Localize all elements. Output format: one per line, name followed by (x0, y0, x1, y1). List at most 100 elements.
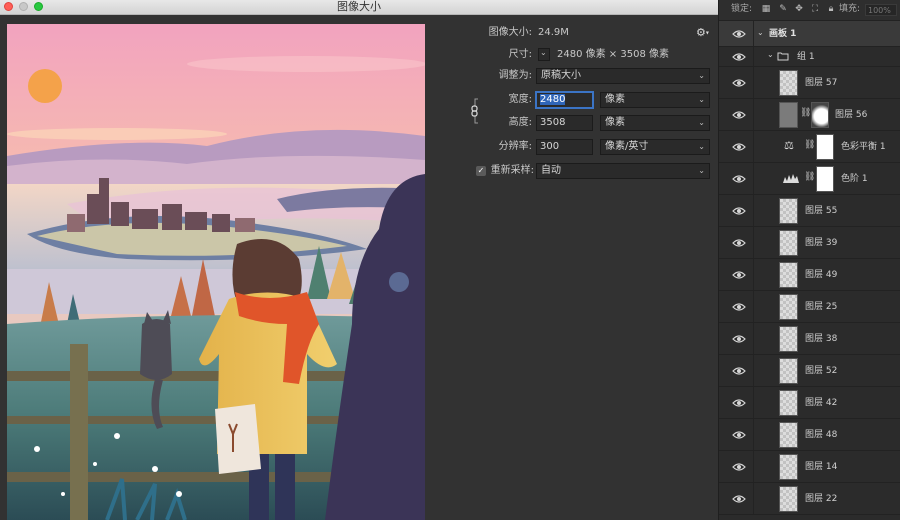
resolution-unit-selected: 像素/英寸 (605, 141, 649, 152)
layer-thumbnail (779, 358, 798, 384)
eye-icon[interactable] (732, 29, 746, 39)
eye-icon[interactable] (732, 494, 746, 504)
layer-row[interactable]: 图层 52 (719, 355, 900, 387)
layer-row[interactable]: 图层 22 (719, 483, 900, 515)
folder-icon (777, 52, 789, 61)
layer-row[interactable]: 图层 25 (719, 291, 900, 323)
chevron-down-icon[interactable]: ⌄ (757, 28, 764, 37)
constrain-proportions-link[interactable] (470, 97, 480, 125)
width-label: 宽度: (508, 94, 532, 105)
resolution-unit-select[interactable]: 像素/英寸 ⌄ (600, 139, 710, 155)
resample-checkbox[interactable]: ✓ (476, 166, 486, 176)
chevron-down-icon: ⌄ (698, 166, 705, 175)
layer-row[interactable]: 图层 55 (719, 195, 900, 227)
resolution-input[interactable]: 300 (536, 139, 593, 155)
layer-name: 图层 22 (805, 494, 838, 504)
lock-transparent-pixels-icon[interactable]: ▦ (761, 4, 771, 14)
height-value: 3508 (540, 117, 566, 128)
eye-icon[interactable] (732, 462, 746, 472)
layer-thumbnail (779, 70, 798, 96)
height-input[interactable]: 3508 (536, 115, 593, 131)
dimensions-units-menu[interactable]: ⌄ (538, 48, 550, 61)
layer-row[interactable]: 图层 39 (719, 227, 900, 259)
settings-gear-button[interactable]: ⚙▾ (696, 26, 709, 39)
row-divider (753, 163, 754, 194)
eye-icon[interactable] (732, 78, 746, 88)
row-divider (753, 99, 754, 130)
layer-name: 图层 14 (805, 462, 838, 472)
height-unit-selected: 像素 (605, 117, 625, 128)
layer-mask-thumbnail[interactable] (816, 166, 834, 192)
eye-icon[interactable] (732, 238, 746, 248)
chevron-down-icon: ⌄ (698, 95, 705, 104)
layer-row[interactable]: 图层 49 (719, 259, 900, 291)
chevron-down-icon[interactable]: ⌄ (767, 50, 774, 59)
levels-histogram-icon (783, 174, 799, 183)
layer-row[interactable]: ⛓︎ 色阶 1 (719, 163, 900, 195)
image-preview[interactable] (7, 24, 425, 520)
eye-icon[interactable] (732, 334, 746, 344)
fit-to-selected: 原稿大小 (541, 70, 581, 81)
eye-icon[interactable] (732, 270, 746, 280)
fill-value: 100% (868, 6, 891, 15)
layer-row[interactable]: 图层 42 (719, 387, 900, 419)
eye-icon[interactable] (732, 302, 746, 312)
width-input[interactable]: 2480 (536, 92, 593, 108)
row-divider (753, 291, 754, 322)
artboard-row[interactable]: ⌄ 画板 1 (719, 21, 900, 47)
layer-row[interactable]: 图层 14 (719, 451, 900, 483)
row-divider (753, 259, 754, 290)
eye-icon[interactable] (732, 142, 746, 152)
link-icon (471, 105, 478, 117)
dimensions-label: 尺寸: (508, 49, 532, 60)
mask-link-icon[interactable]: ⛓︎ (800, 108, 811, 118)
layer-thumbnail (779, 390, 798, 416)
fill-input[interactable]: 100% (865, 4, 897, 16)
layer-row[interactable]: ⛓︎ 图层 56 (719, 99, 900, 131)
layer-row[interactable]: 图层 48 (719, 419, 900, 451)
fit-to-select[interactable]: 原稿大小 ⌄ (536, 68, 710, 84)
row-divider (753, 195, 754, 226)
layer-mask-thumbnail[interactable] (816, 134, 834, 160)
layer-name: 图层 42 (805, 398, 838, 408)
eye-icon[interactable] (732, 430, 746, 440)
layer-mask-thumbnail[interactable] (811, 102, 829, 128)
group-row[interactable]: ⌄ 组 1 (719, 47, 900, 67)
lock-label: 锁定: (731, 4, 753, 14)
lock-artboard-icon[interactable]: ⛶ (810, 4, 820, 14)
lock-image-pixels-icon[interactable]: ✎ (778, 4, 788, 14)
eye-icon[interactable] (732, 366, 746, 376)
row-divider (753, 227, 754, 258)
row-divider (753, 323, 754, 354)
image-size-value: 24.9M (538, 27, 569, 38)
eye-icon[interactable] (732, 398, 746, 408)
row-divider (753, 483, 754, 514)
layer-name: 图层 38 (805, 334, 838, 344)
layer-thumbnail (779, 486, 798, 512)
layer-name: 图层 25 (805, 302, 838, 312)
layer-thumbnail (779, 262, 798, 288)
image-size-dialog: 图像大小 图像大小: 24.9M ⚙▾ 尺寸: ⌄ 2480 像素 × 3508… (0, 0, 718, 520)
layer-row[interactable]: ⚖︎ ⛓︎ 色彩平衡 1 (719, 131, 900, 163)
layer-thumbnail (779, 294, 798, 320)
layer-name: 图层 39 (805, 238, 838, 248)
window-title: 图像大小 (337, 0, 381, 13)
lock-position-icon[interactable]: ✥ (794, 4, 804, 14)
eye-icon[interactable] (732, 206, 746, 216)
layer-thumbnail (779, 230, 798, 256)
height-unit-select[interactable]: 像素 ⌄ (600, 115, 710, 131)
lock-all-icon[interactable]: 🔒︎ (826, 4, 836, 14)
eye-icon[interactable] (732, 52, 746, 62)
chevron-down-icon: ⌄ (698, 142, 705, 151)
eye-icon[interactable] (732, 174, 746, 184)
eye-icon[interactable] (732, 110, 746, 120)
layers-panel: 锁定: ▦ ✎ ✥ ⛶ 🔒︎ 填充: 100% ⌄ 画板 1 ⌄ 组 1 图层 … (718, 0, 900, 520)
resample-select[interactable]: 自动 ⌄ (536, 163, 710, 179)
mask-link-icon[interactable]: ⛓︎ (804, 140, 815, 150)
title-bar[interactable]: 图像大小 (0, 0, 718, 15)
layer-row[interactable]: 图层 57 (719, 67, 900, 99)
mask-link-icon[interactable]: ⛓︎ (804, 172, 815, 182)
width-unit-select[interactable]: 像素 ⌄ (600, 92, 710, 108)
row-divider (753, 21, 754, 46)
layer-row[interactable]: 图层 38 (719, 323, 900, 355)
